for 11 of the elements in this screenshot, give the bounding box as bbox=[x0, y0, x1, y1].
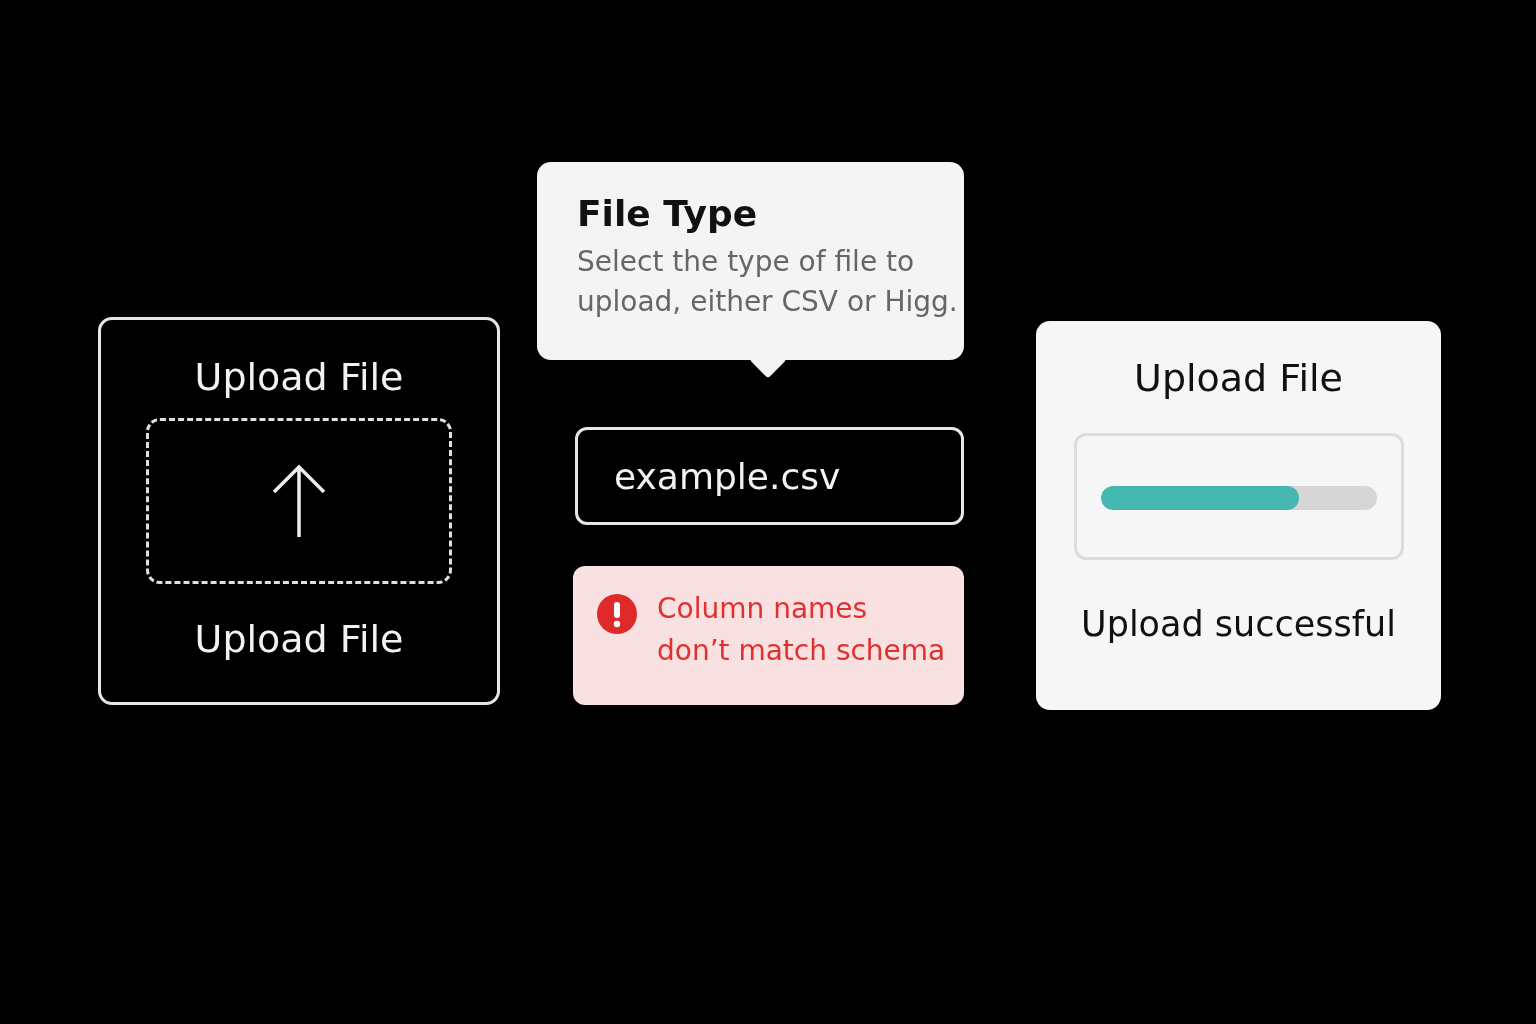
tooltip-text: Select the type of file to upload, either CSV or Higg. bbox=[577, 244, 959, 320]
upload-arrow-icon bbox=[270, 463, 328, 539]
error-text: Column names don’t match schema bbox=[657, 591, 946, 669]
tooltip-title: File Type bbox=[577, 192, 759, 236]
file-field[interactable]: example.csv bbox=[575, 427, 964, 525]
card-title: Upload File bbox=[1134, 355, 1343, 402]
dropzone-label: Upload File bbox=[194, 616, 404, 663]
status-text: Upload successful bbox=[1081, 604, 1396, 644]
error-icon bbox=[597, 594, 637, 634]
drop-zone[interactable] bbox=[146, 418, 452, 584]
card-title: Upload File bbox=[194, 354, 404, 401]
